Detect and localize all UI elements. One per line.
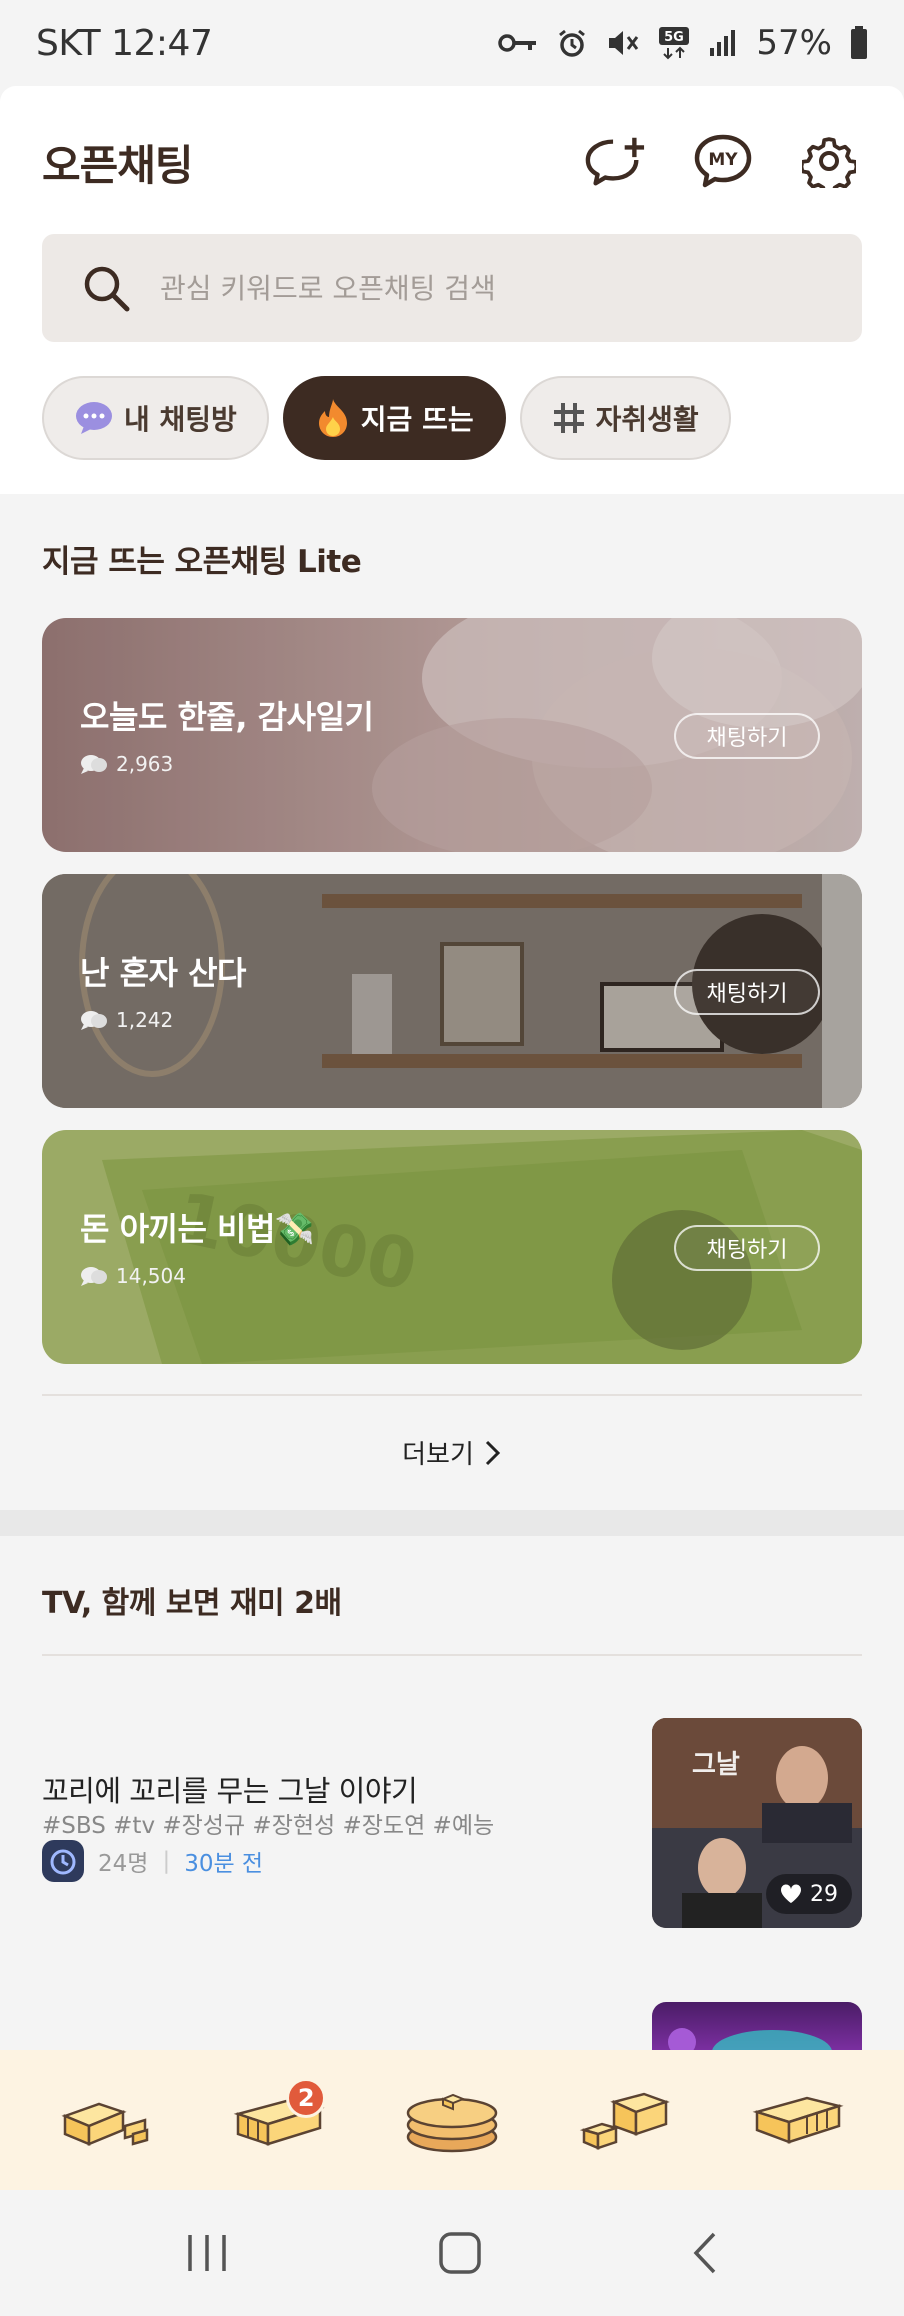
join-chat-button[interactable]: 채팅하기 xyxy=(674,713,820,759)
chevron-right-icon xyxy=(485,1440,500,1465)
battery-icon xyxy=(851,26,867,59)
nav-butter-cubes[interactable] xyxy=(570,2070,680,2170)
chip-living-alone[interactable]: 자취생활 xyxy=(519,376,731,460)
status-bar: SKT 12:47 5G 57% xyxy=(0,0,904,86)
recent-apps-icon[interactable] xyxy=(184,2231,230,2275)
system-nav xyxy=(0,2190,904,2316)
nav-bread-loaf[interactable] xyxy=(743,2070,853,2170)
tv-chat-tags: #SBS #tv #장성규 #장현성 #장도연 #예능 xyxy=(42,1813,495,1839)
divider xyxy=(42,1654,862,1656)
chip-label: 지금 뜨는 xyxy=(360,403,474,436)
meta-separator: | xyxy=(162,1848,171,1874)
chat-bubbles-icon xyxy=(81,1011,107,1030)
like-count: 29 xyxy=(766,1874,852,1914)
search-bar[interactable] xyxy=(42,234,862,342)
home-icon[interactable] xyxy=(437,2230,483,2276)
chat-bubbles-icon xyxy=(81,755,107,774)
more-label: 더보기 xyxy=(402,1440,474,1470)
divider xyxy=(42,1394,862,1396)
bread-loaf-icon xyxy=(752,2096,844,2144)
section-separator xyxy=(0,1510,904,1536)
header: 오픈채팅 MY 내 채팅방 지금 뜨는 자취생활 xyxy=(0,86,904,494)
last-active-time: 30분 전 xyxy=(184,1851,264,1877)
join-chat-button[interactable]: 채팅하기 xyxy=(674,969,820,1015)
status-icons: 5G 57% xyxy=(498,23,868,63)
chip-label: 내 채팅방 xyxy=(124,403,237,436)
chat-bubble-emoji-icon xyxy=(76,402,112,434)
category-chips: 내 채팅방 지금 뜨는 자취생활 xyxy=(42,376,731,460)
tv-chat-meta: 24명 | 30분 전 xyxy=(42,1840,263,1882)
tv-thumbnail[interactable]: 그날 29 xyxy=(652,1718,862,1928)
heart-icon xyxy=(780,1884,802,1903)
nav-butter-slices[interactable]: 2 xyxy=(224,2070,334,2170)
svg-text:5G: 5G xyxy=(665,30,685,45)
join-chat-button[interactable]: 채팅하기 xyxy=(674,1225,820,1271)
tv-chat-title[interactable]: 꼬리에 꼬리를 무는 그날 이야기 xyxy=(42,1768,418,1810)
add-friend-chat-icon[interactable] xyxy=(584,130,646,192)
signal-icon xyxy=(710,30,736,56)
card-title: 오늘도 한줄, 감사일기 xyxy=(80,698,374,736)
timer-icon xyxy=(42,1840,84,1882)
chatroom-card[interactable]: 10000 돈 아끼는 비법💸 14,504 채팅하기 xyxy=(42,1130,862,1364)
section-title: 지금 뜨는 오픈채팅 Lite xyxy=(42,544,362,580)
vpn-key-icon xyxy=(498,34,537,52)
nav-butter-block[interactable] xyxy=(51,2070,161,2170)
nav-pancake[interactable] xyxy=(397,2070,507,2170)
chip-my-chatrooms[interactable]: 내 채팅방 xyxy=(42,376,269,460)
thumbnail-peek-image xyxy=(668,2028,832,2050)
section-title: TV, 함께 보면 재미 2배 xyxy=(42,1586,342,1621)
chip-label: 자취생활 xyxy=(595,403,699,436)
chat-bubbles-icon xyxy=(81,1267,107,1286)
bottom-nav: 2 xyxy=(0,2050,904,2190)
chatroom-card[interactable]: 난 혼자 산다 1,242 채팅하기 xyxy=(42,874,862,1108)
member-count: 14,504 xyxy=(80,1264,186,1288)
fire-emoji-icon xyxy=(318,399,347,437)
member-count: 24명 xyxy=(98,1851,149,1877)
butter-cubes-icon xyxy=(579,2092,670,2150)
svg-text:그날: 그날 xyxy=(692,1750,740,1780)
page-title: 오픈채팅 xyxy=(42,141,194,190)
card-title: 돈 아끼는 비법💸 xyxy=(80,1210,315,1248)
search-icon xyxy=(84,266,130,312)
butter-block-icon xyxy=(61,2102,149,2146)
back-icon[interactable] xyxy=(690,2230,720,2276)
notification-badge: 2 xyxy=(286,2078,327,2118)
more-button[interactable]: 더보기 xyxy=(0,1434,904,1471)
chip-trending[interactable]: 지금 뜨는 xyxy=(282,376,506,460)
5g-icon: 5G xyxy=(659,27,690,60)
alarm-icon xyxy=(559,29,586,57)
settings-gear-icon[interactable] xyxy=(798,130,860,192)
pancake-icon xyxy=(406,2093,498,2153)
my-chat-icon[interactable]: MY xyxy=(692,130,754,192)
chatroom-card[interactable]: 오늘도 한줄, 감사일기 2,963 채팅하기 xyxy=(42,618,862,852)
carrier-time: SKT 12:47 xyxy=(36,22,213,64)
hash-icon xyxy=(553,403,584,433)
member-count: 1,242 xyxy=(80,1008,173,1032)
search-input[interactable] xyxy=(160,271,760,305)
my-label: MY xyxy=(708,150,738,170)
next-thumbnail-peek[interactable] xyxy=(652,2002,862,2050)
battery-percent: 57% xyxy=(756,23,832,63)
card-title: 난 혼자 산다 xyxy=(80,954,246,992)
mute-icon xyxy=(609,31,639,55)
trending-lite-section: 지금 뜨는 오픈채팅 Lite 오늘도 한줄, 감사일기 2,963 채팅하기 xyxy=(0,494,904,1510)
member-count: 2,963 xyxy=(80,752,173,776)
